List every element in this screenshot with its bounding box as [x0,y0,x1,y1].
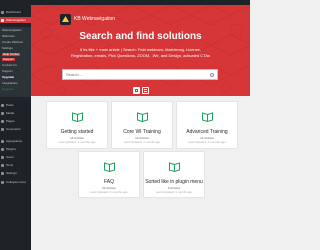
sidebar-item-users[interactable]: Users [0,154,31,160]
card-last-updated: Last Updated: 2 months ago [188,140,226,144]
card-title: Sorted like in plugin menu [145,179,203,185]
list-icon [144,89,147,92]
search-input[interactable] [66,72,217,77]
open-book-icon [104,162,115,172]
card-title: Core WI Training [123,129,161,135]
submenu-item-settings[interactable]: Settings [0,46,31,51]
hero-title: Search and find solutions [79,31,202,42]
grid-view-button[interactable] [133,87,140,94]
collapse-icon [1,180,4,184]
submenu-item-support[interactable]: Support [0,57,31,62]
sidebar-item-media[interactable]: Media [0,110,31,116]
sidebar-item-pages[interactable]: Pages [0,118,31,124]
sidebar-collapse-menu[interactable]: Collapse menu [0,179,31,185]
category-card-getting-started[interactable]: Getting started 16 Articles Last Updated… [46,101,108,149]
brand-logo-icon [60,14,71,25]
list-view-button[interactable] [142,87,149,94]
hero-subtitle: If its title + main article | Search: Pa… [70,47,210,58]
sidebar-item-posts[interactable]: Posts [0,102,31,108]
page-icon [1,119,4,123]
sidebar-item-webnavigation[interactable]: Webnavigation [0,17,31,23]
card-title: Advanced Training [186,129,228,135]
submenu-item-webinars[interactable]: Webinars [0,34,31,39]
admin-sidebar: Dashboard Webnavigation Webnavigation We… [0,5,31,250]
category-card-advanced-training[interactable]: Advanced Training 14 Articles Last Updat… [176,101,238,149]
card-last-updated: Last Updated: 2 months ago [90,190,128,194]
pin-icon [1,103,4,107]
wrench-icon [1,163,4,167]
card-last-updated: Last Updated: 1 month ago [123,140,161,144]
open-book-icon [202,112,213,122]
plug-icon [1,147,4,151]
category-card-core-wi-training[interactable]: Core WI Training 13 Articles Last Update… [111,101,173,149]
brand-name: KB Webnavigation [74,16,116,22]
category-card-sorted-like-plugin-menu[interactable]: Sorted like in plugin menu 6 Articles La… [143,151,205,198]
open-book-icon [72,112,83,122]
sidebar-item-dashboard[interactable]: Dashboard [0,9,31,15]
card-last-updated: Last Updated: 2 months ago [58,140,96,144]
card-title: FAQ [103,179,114,185]
search-icon[interactable] [210,73,214,77]
dashboard-icon [1,10,4,14]
submenu-item-create-webinar[interactable]: Create Webinar [0,40,31,45]
webnavigation-icon [1,18,4,22]
sidebar-item-plugins[interactable]: Plugins [0,146,31,152]
settings-icon [1,171,4,175]
search-box [62,69,218,80]
card-title: Getting started [60,129,94,135]
submenu-item-upgrade[interactable]: Upgrade [0,75,31,80]
grid-icon [135,89,138,92]
submenu-item-support-2[interactable]: Support [0,69,31,74]
sidebar-item-tools[interactable]: Tools [0,162,31,168]
open-book-icon [169,162,180,172]
submenu-item-upgrade-2[interactable]: Upgrade [0,87,31,92]
submenu-item-integrations[interactable]: Integrations [0,81,31,86]
submenu-item-webnavigation[interactable]: Webnavigation [0,28,31,33]
sidebar-item-settings[interactable]: Settings [0,170,31,176]
sidebar-item-comments[interactable]: Comments [0,126,31,132]
card-last-updated: Last Updated: 1 month ago [155,190,193,194]
webnavigation-submenu: Webnavigation Webinars Create Webinar Se… [0,27,31,97]
user-icon [1,155,4,159]
submenu-item-contact-us[interactable]: Contact Us [0,63,31,68]
open-book-icon [137,112,148,122]
brush-icon [1,139,4,143]
category-card-faq[interactable]: FAQ 32 Articles Last Updated: 2 months a… [78,151,140,198]
hero-banner: KB Webnavigation Search and find solutio… [31,5,250,96]
media-icon [1,111,4,115]
comment-icon [1,127,4,131]
sidebar-item-appearance[interactable]: Appearance [0,138,31,144]
